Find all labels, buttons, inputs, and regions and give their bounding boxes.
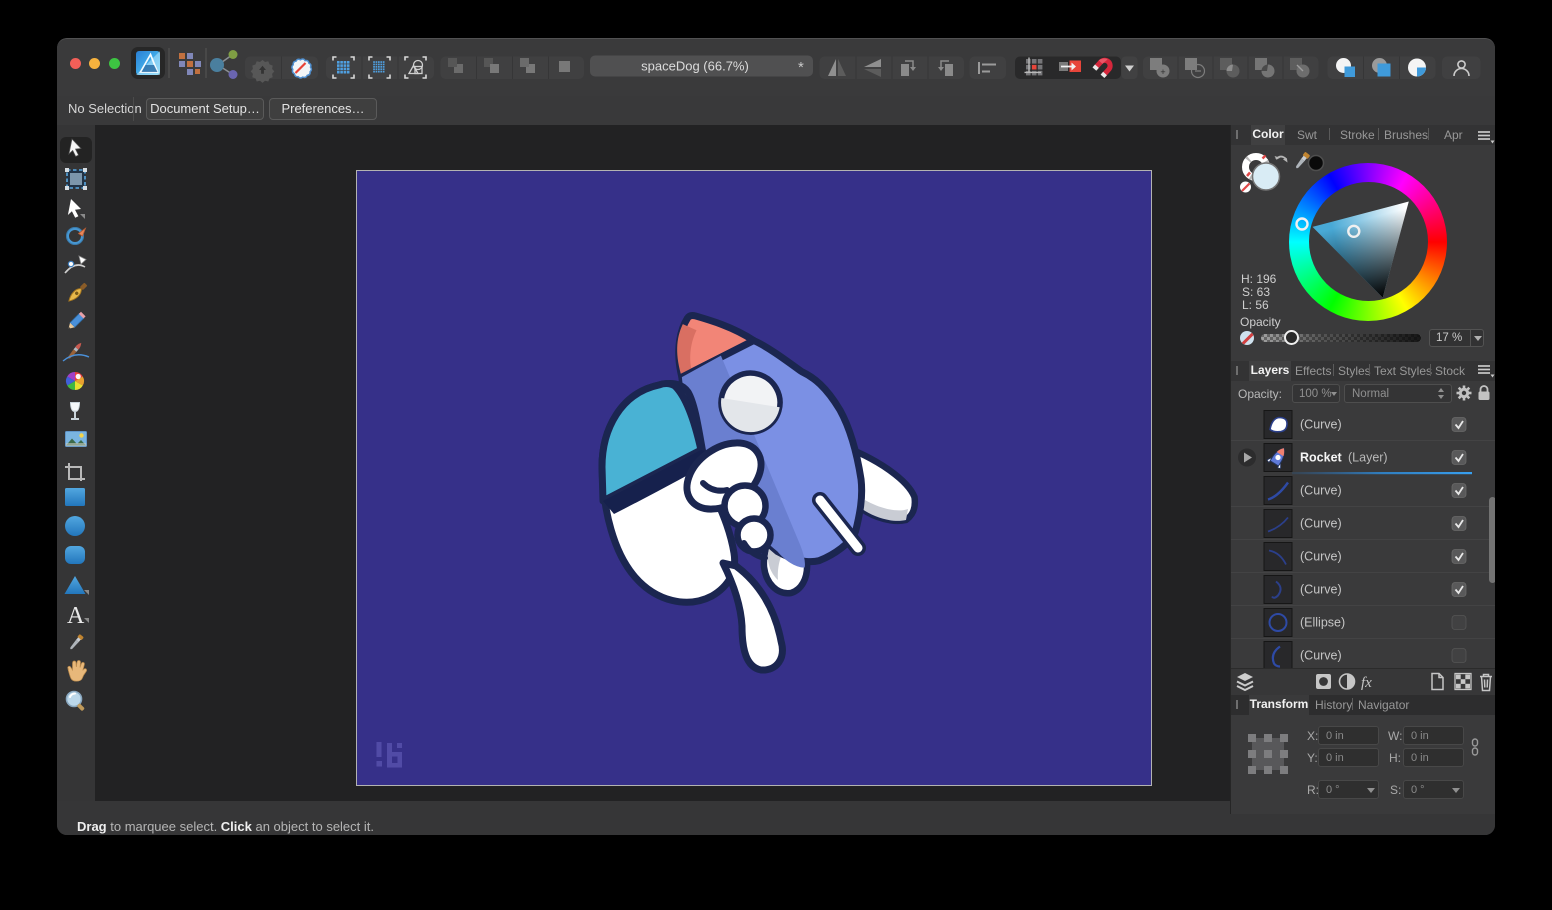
svg-text:(Curve): (Curve) xyxy=(1300,517,1342,531)
svg-text:(Layer): (Layer) xyxy=(1348,451,1388,465)
svg-text:(Curve): (Curve) xyxy=(1300,583,1342,597)
svg-text:*: * xyxy=(798,59,804,76)
svg-text:spaceDog (66.7%): spaceDog (66.7%) xyxy=(641,59,749,74)
svg-text:fx: fx xyxy=(1361,675,1372,691)
svg-text:+: + xyxy=(1160,67,1165,77)
svg-text:(Curve): (Curve) xyxy=(1300,418,1342,432)
svg-text:(Curve): (Curve) xyxy=(1300,649,1342,663)
svg-text:(Curve): (Curve) xyxy=(1300,550,1342,564)
svg-text:A: A xyxy=(67,603,85,629)
svg-text:(Curve): (Curve) xyxy=(1300,484,1342,498)
svg-text:(Ellipse): (Ellipse) xyxy=(1300,616,1345,630)
svg-text:Rocket: Rocket xyxy=(1300,451,1343,465)
